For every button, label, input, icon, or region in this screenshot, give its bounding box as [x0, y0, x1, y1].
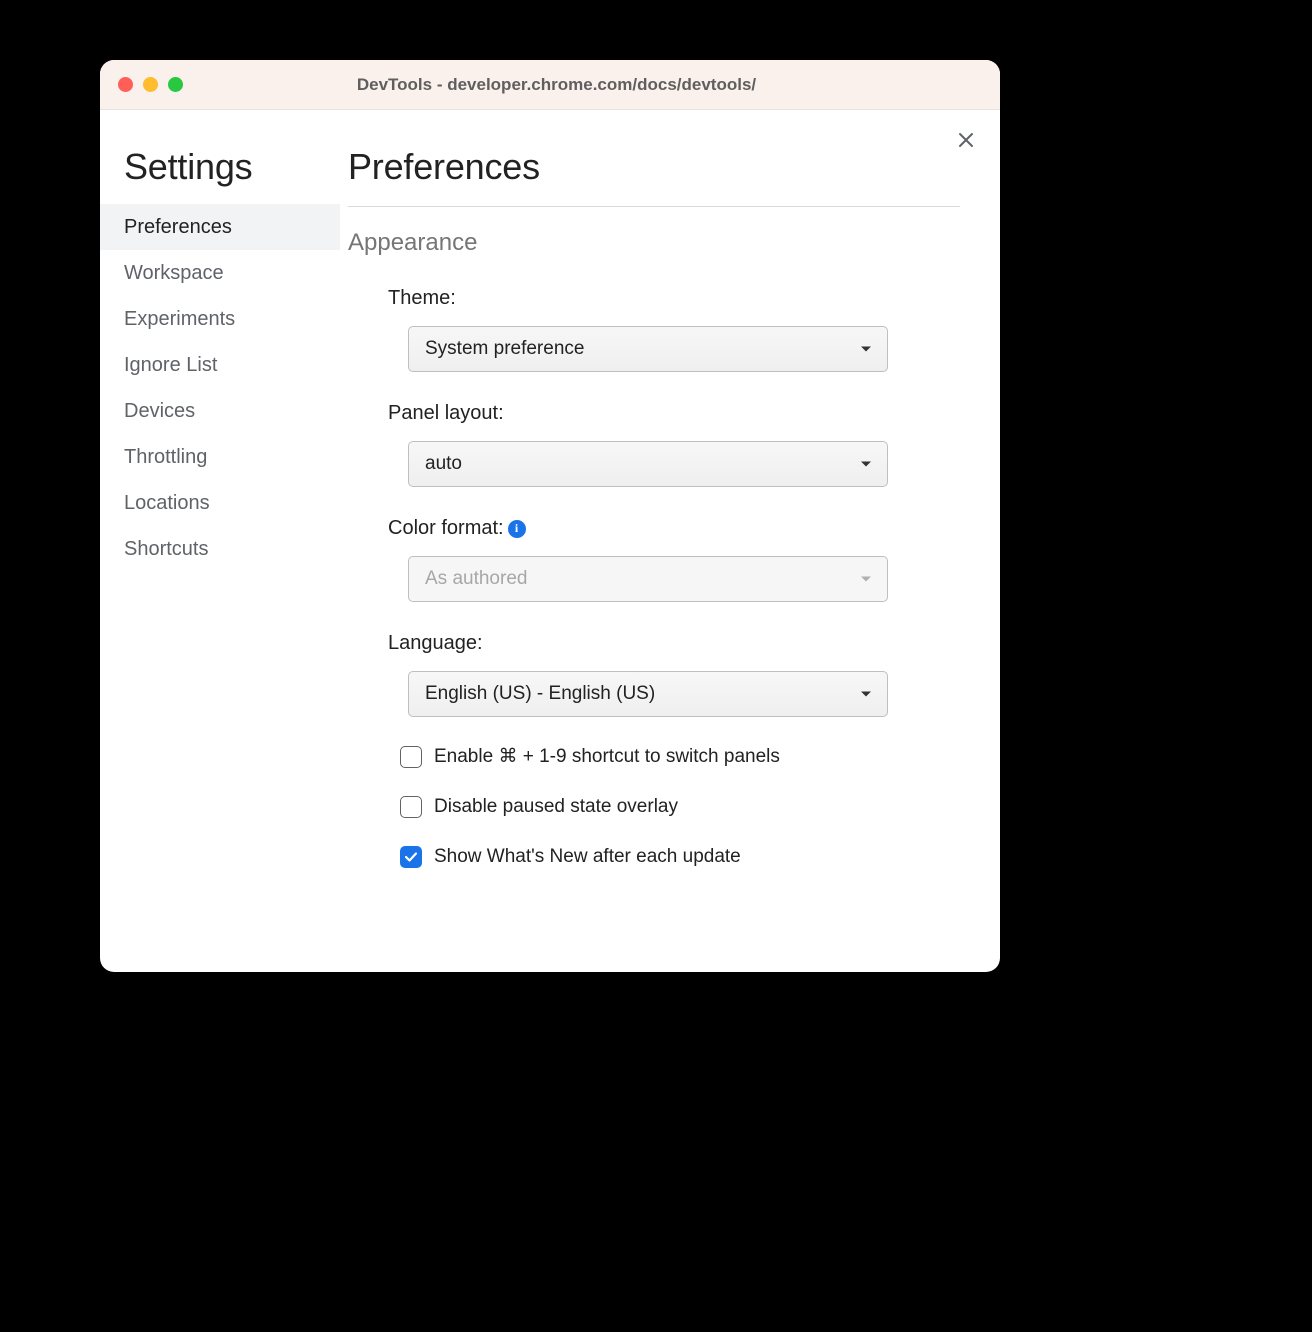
sidebar-item-label: Throttling [124, 446, 207, 469]
sidebar-item-label: Locations [124, 492, 210, 515]
panel-layout-select[interactable]: auto [408, 441, 888, 487]
color-format-select-value: As authored [425, 568, 527, 590]
language-label: Language: [388, 632, 960, 655]
page-title: Preferences [348, 146, 960, 207]
color-format-select: As authored [408, 556, 888, 602]
sidebar-item-throttling[interactable]: Throttling [100, 434, 340, 480]
chevron-down-icon [861, 347, 871, 352]
minimize-window-button[interactable] [143, 77, 158, 92]
shortcut-switch-panels-checkbox[interactable] [400, 746, 422, 768]
preferences-panel: Preferences Appearance Theme: System pre… [340, 110, 1000, 972]
sidebar-item-label: Shortcuts [124, 538, 208, 561]
section-appearance: Appearance [348, 229, 960, 257]
language-field: Language: English (US) - English (US) [348, 632, 960, 717]
theme-label: Theme: [388, 287, 960, 310]
sidebar-item-label: Devices [124, 400, 195, 423]
panel-layout-label: Panel layout: [388, 402, 960, 425]
sidebar-item-experiments[interactable]: Experiments [100, 296, 340, 342]
sidebar-item-ignore-list[interactable]: Ignore List [100, 342, 340, 388]
check-icon [404, 850, 418, 864]
color-format-label: Color format: i [388, 517, 960, 540]
close-icon [958, 132, 974, 148]
chevron-down-icon [861, 462, 871, 467]
sidebar-title: Settings [100, 146, 340, 204]
theme-select[interactable]: System preference [408, 326, 888, 372]
color-format-field: Color format: i As authored [348, 517, 960, 602]
close-window-button[interactable] [118, 77, 133, 92]
info-icon[interactable]: i [508, 520, 526, 538]
show-whats-new-row: Show What's New after each update [400, 846, 960, 868]
maximize-window-button[interactable] [168, 77, 183, 92]
panel-layout-field: Panel layout: auto [348, 402, 960, 487]
sidebar-item-devices[interactable]: Devices [100, 388, 340, 434]
sidebar-item-label: Experiments [124, 308, 235, 331]
checkbox-label: Enable ⌘ + 1-9 shortcut to switch panels [434, 745, 780, 768]
chevron-down-icon [861, 692, 871, 697]
window-title: DevTools - developer.chrome.com/docs/dev… [201, 75, 912, 95]
sidebar-item-label: Workspace [124, 262, 224, 285]
traffic-lights [118, 77, 183, 92]
theme-field: Theme: System preference [348, 287, 960, 372]
sidebar-item-workspace[interactable]: Workspace [100, 250, 340, 296]
checkbox-label: Show What's New after each update [434, 846, 741, 868]
sidebar-item-locations[interactable]: Locations [100, 480, 340, 526]
sidebar-item-preferences[interactable]: Preferences [100, 204, 340, 250]
panel-layout-select-value: auto [425, 453, 462, 475]
language-select[interactable]: English (US) - English (US) [408, 671, 888, 717]
theme-select-value: System preference [425, 338, 584, 360]
chevron-down-icon [861, 577, 871, 582]
settings-sidebar: Settings Preferences Workspace Experimen… [100, 110, 340, 972]
sidebar-item-label: Preferences [124, 216, 232, 239]
close-settings-button[interactable] [952, 126, 980, 154]
devtools-settings-window: DevTools - developer.chrome.com/docs/dev… [100, 60, 1000, 972]
show-whats-new-checkbox[interactable] [400, 846, 422, 868]
disable-paused-overlay-row: Disable paused state overlay [400, 796, 960, 818]
disable-paused-overlay-checkbox[interactable] [400, 796, 422, 818]
sidebar-item-shortcuts[interactable]: Shortcuts [100, 526, 340, 572]
language-select-value: English (US) - English (US) [425, 683, 655, 705]
shortcut-switch-panels-row: Enable ⌘ + 1-9 shortcut to switch panels [400, 745, 960, 768]
content: Settings Preferences Workspace Experimen… [100, 110, 1000, 972]
titlebar: DevTools - developer.chrome.com/docs/dev… [100, 60, 1000, 110]
sidebar-item-label: Ignore List [124, 354, 217, 377]
color-format-label-text: Color format: [388, 517, 504, 540]
sidebar-items: Preferences Workspace Experiments Ignore… [100, 204, 340, 572]
checkbox-label: Disable paused state overlay [434, 796, 678, 818]
